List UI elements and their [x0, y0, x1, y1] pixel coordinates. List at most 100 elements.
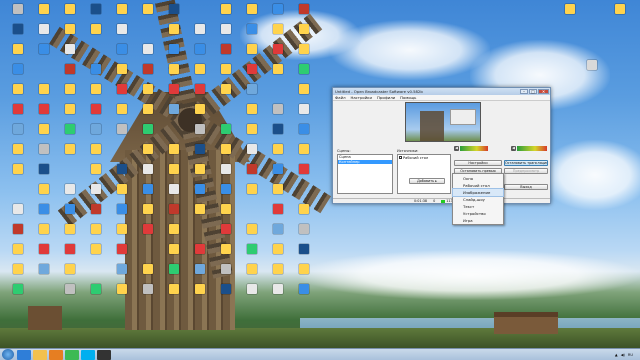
- settings-button[interactable]: Настройки: [454, 160, 502, 166]
- context-menu-item[interactable]: Устройство: [453, 210, 503, 217]
- desktop-icon-glyph: [117, 244, 127, 254]
- desktop-icon[interactable]: [56, 282, 84, 306]
- desktop-icon[interactable]: [82, 22, 110, 46]
- desktop-icon-glyph: [221, 124, 231, 134]
- desktop-icon[interactable]: [108, 282, 136, 306]
- desktop-icon-glyph: [247, 124, 257, 134]
- desktop-icon[interactable]: [578, 58, 606, 82]
- media-icon[interactable]: [49, 349, 63, 360]
- desktop-icon[interactable]: [4, 282, 32, 306]
- context-menu-item[interactable]: Рабочий стол: [453, 182, 503, 189]
- context-menu-item[interactable]: Текст: [453, 203, 503, 210]
- desktop-icon[interactable]: [264, 282, 292, 306]
- context-menu-item[interactable]: Окно: [453, 175, 503, 182]
- context-menu-item[interactable]: Изображение: [452, 188, 504, 197]
- exit-button[interactable]: Выход: [504, 184, 548, 190]
- desktop-icon-glyph: [117, 84, 127, 94]
- desktop-icon-glyph: [65, 124, 75, 134]
- desktop-icon-glyph: [65, 184, 75, 194]
- explorer-icon[interactable]: [33, 349, 47, 360]
- desktop-icon[interactable]: [134, 282, 162, 306]
- desktop-icon-glyph: [39, 244, 49, 254]
- obs-window[interactable]: Untitled - Open Broadcaster Software v0.…: [332, 87, 551, 204]
- desktop-icon[interactable]: [186, 202, 214, 226]
- mic-speaker-icon[interactable]: ◀: [454, 146, 459, 151]
- desktop-icon-glyph: [13, 264, 23, 274]
- close-button[interactable]: ✕: [538, 89, 549, 94]
- desktop-icon-glyph: [299, 224, 309, 234]
- desktop-icon[interactable]: [56, 142, 84, 166]
- desktop-icon-glyph: [117, 184, 127, 194]
- desktop-speaker-icon[interactable]: ◀: [511, 146, 516, 151]
- desktop-icon[interactable]: [290, 282, 318, 306]
- desktop-icon-glyph: [13, 164, 23, 174]
- desktop-icon-glyph: [299, 84, 309, 94]
- source-item[interactable]: ✓ Рабочий стол: [398, 155, 450, 160]
- desktop-icon[interactable]: [186, 282, 214, 306]
- preview-button[interactable]: Предпросмотр: [504, 168, 548, 174]
- source-checkbox[interactable]: ✓: [399, 156, 403, 160]
- volume-icon[interactable]: ◀): [621, 353, 625, 357]
- skype-icon[interactable]: [81, 349, 95, 360]
- obs-icon[interactable]: [97, 349, 111, 360]
- desktop-icon[interactable]: [134, 2, 162, 26]
- context-menu-item[interactable]: Игра: [453, 217, 503, 224]
- desktop-icon[interactable]: [212, 82, 240, 106]
- desktop-icon[interactable]: [556, 2, 584, 26]
- wallpaper-cloud: [540, 140, 640, 210]
- desktop-icon[interactable]: [212, 282, 240, 306]
- desktop-icon[interactable]: [4, 162, 32, 186]
- desktop-icon[interactable]: [606, 2, 634, 26]
- scene-item-selected[interactable]: Контейнер: [338, 159, 392, 164]
- desktop-icon-glyph: [169, 204, 179, 214]
- desktop-icon-glyph: [221, 84, 231, 94]
- desktop-icon-glyph: [221, 184, 231, 194]
- menu-file[interactable]: Файл: [335, 95, 346, 100]
- scenes-list[interactable]: Сцена Контейнер: [337, 154, 393, 194]
- desktop-icon[interactable]: [134, 222, 162, 246]
- add-source-button[interactable]: Добавить ▸: [409, 178, 445, 184]
- ie-icon[interactable]: [17, 349, 31, 360]
- desktop-icon-glyph: [39, 204, 49, 214]
- desktop-icon-glyph: [117, 204, 127, 214]
- desktop-icon-glyph: [299, 4, 309, 14]
- desktop-icon-glyph: [117, 164, 127, 174]
- minimize-button[interactable]: –: [520, 89, 528, 94]
- context-menu-item[interactable]: Слайд-шоу: [453, 196, 503, 203]
- desktop-icon-glyph: [273, 64, 283, 74]
- add-source-context-menu[interactable]: Окно Рабочий стол Изображение Слайд-шоу Текс…: [452, 173, 504, 225]
- desktop-icon[interactable]: [238, 182, 266, 206]
- desktop-icon[interactable]: [30, 42, 58, 66]
- desktop-icon[interactable]: [160, 102, 188, 126]
- desktop-icon[interactable]: [264, 62, 292, 86]
- maximize-button[interactable]: □: [529, 89, 537, 94]
- obs-titlebar[interactable]: Untitled - Open Broadcaster Software v0.…: [333, 88, 550, 95]
- menu-profiles[interactable]: Профили: [377, 95, 395, 100]
- desktop-icon[interactable]: [108, 122, 136, 146]
- start-stream-button[interactable]: Остановить трансляцию: [504, 160, 548, 166]
- desktop-icon-glyph: [13, 84, 23, 94]
- desktop-icon-glyph: [13, 284, 23, 294]
- language-indicator[interactable]: RU: [628, 353, 633, 357]
- desktop-icon-glyph: [169, 144, 179, 154]
- desktop-icon[interactable]: [30, 262, 58, 286]
- tray-up-arrow-icon[interactable]: ▲: [615, 353, 618, 357]
- desktop-icon-glyph: [273, 144, 283, 154]
- desktop-icon-glyph: [273, 264, 283, 274]
- menu-help[interactable]: Помощь: [400, 95, 416, 100]
- desktop-icon-glyph: [587, 60, 597, 70]
- menu-settings[interactable]: Настройки: [351, 95, 372, 100]
- desktop-icon-glyph: [195, 204, 205, 214]
- desktop-icon[interactable]: [160, 282, 188, 306]
- desktop-icon[interactable]: [82, 282, 110, 306]
- desktop-icon[interactable]: [82, 242, 110, 266]
- chrome-icon[interactable]: [65, 349, 79, 360]
- desktop-icon-glyph: [247, 284, 257, 294]
- desktop-icon[interactable]: [290, 162, 318, 186]
- scenes-label: Сцены:: [337, 149, 351, 153]
- desktop-icon-glyph: [273, 124, 283, 134]
- start-button[interactable]: [2, 349, 14, 360]
- sources-list[interactable]: ✓ Рабочий стол: [397, 154, 451, 194]
- desktop-icon-glyph: [247, 24, 257, 34]
- desktop-icon[interactable]: [238, 282, 266, 306]
